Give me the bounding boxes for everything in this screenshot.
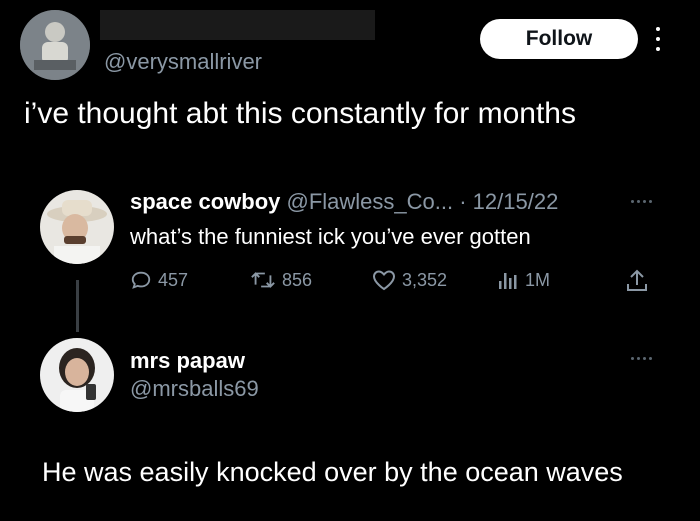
follow-button[interactable]: Follow bbox=[480, 19, 638, 59]
more-horizontal-icon[interactable] bbox=[631, 357, 652, 360]
retweet-count: 856 bbox=[282, 269, 313, 290]
quoted-header: space cowboy @Flawless_Co... · 12/15/22 bbox=[130, 189, 558, 215]
author-handle[interactable]: @verysmallriver bbox=[104, 49, 262, 75]
views-icon bbox=[499, 273, 517, 289]
reply-author-avatar[interactable] bbox=[40, 338, 114, 412]
quoted-tweet-text: what’s the funniest ick you’ve ever gott… bbox=[130, 224, 531, 249]
like-stat[interactable]: 3,352 bbox=[372, 269, 447, 291]
redacted-display-name bbox=[100, 10, 375, 40]
reply-count: 457 bbox=[158, 269, 189, 290]
retweet-stat[interactable]: 856 bbox=[250, 269, 312, 291]
reply-text: He was easily knocked over by the ocean … bbox=[42, 457, 623, 487]
more-vertical-icon[interactable] bbox=[653, 27, 663, 51]
quoted-handle-date[interactable]: @Flawless_Co... · 12/15/22 bbox=[287, 189, 559, 214]
reply-icon bbox=[131, 271, 151, 289]
views-count: 1M bbox=[525, 269, 551, 290]
reply-handle[interactable]: @mrsballs69 bbox=[130, 376, 259, 402]
heart-icon bbox=[372, 270, 396, 291]
retweet-icon bbox=[251, 272, 275, 288]
quoted-display-name[interactable]: space cowboy bbox=[130, 189, 280, 214]
tweet-text: i’ve thought abt this constantly for mon… bbox=[24, 97, 576, 130]
reply-display-name[interactable]: mrs papaw bbox=[130, 348, 245, 374]
share-icon[interactable] bbox=[625, 268, 649, 299]
more-horizontal-icon[interactable] bbox=[631, 200, 652, 203]
thread-connector bbox=[76, 280, 79, 332]
like-count: 3,352 bbox=[402, 269, 448, 290]
reply-stat[interactable]: 457 bbox=[130, 269, 188, 291]
quoted-author-avatar[interactable] bbox=[40, 190, 114, 264]
views-stat[interactable]: 1M bbox=[497, 269, 550, 291]
author-avatar[interactable] bbox=[20, 10, 90, 80]
